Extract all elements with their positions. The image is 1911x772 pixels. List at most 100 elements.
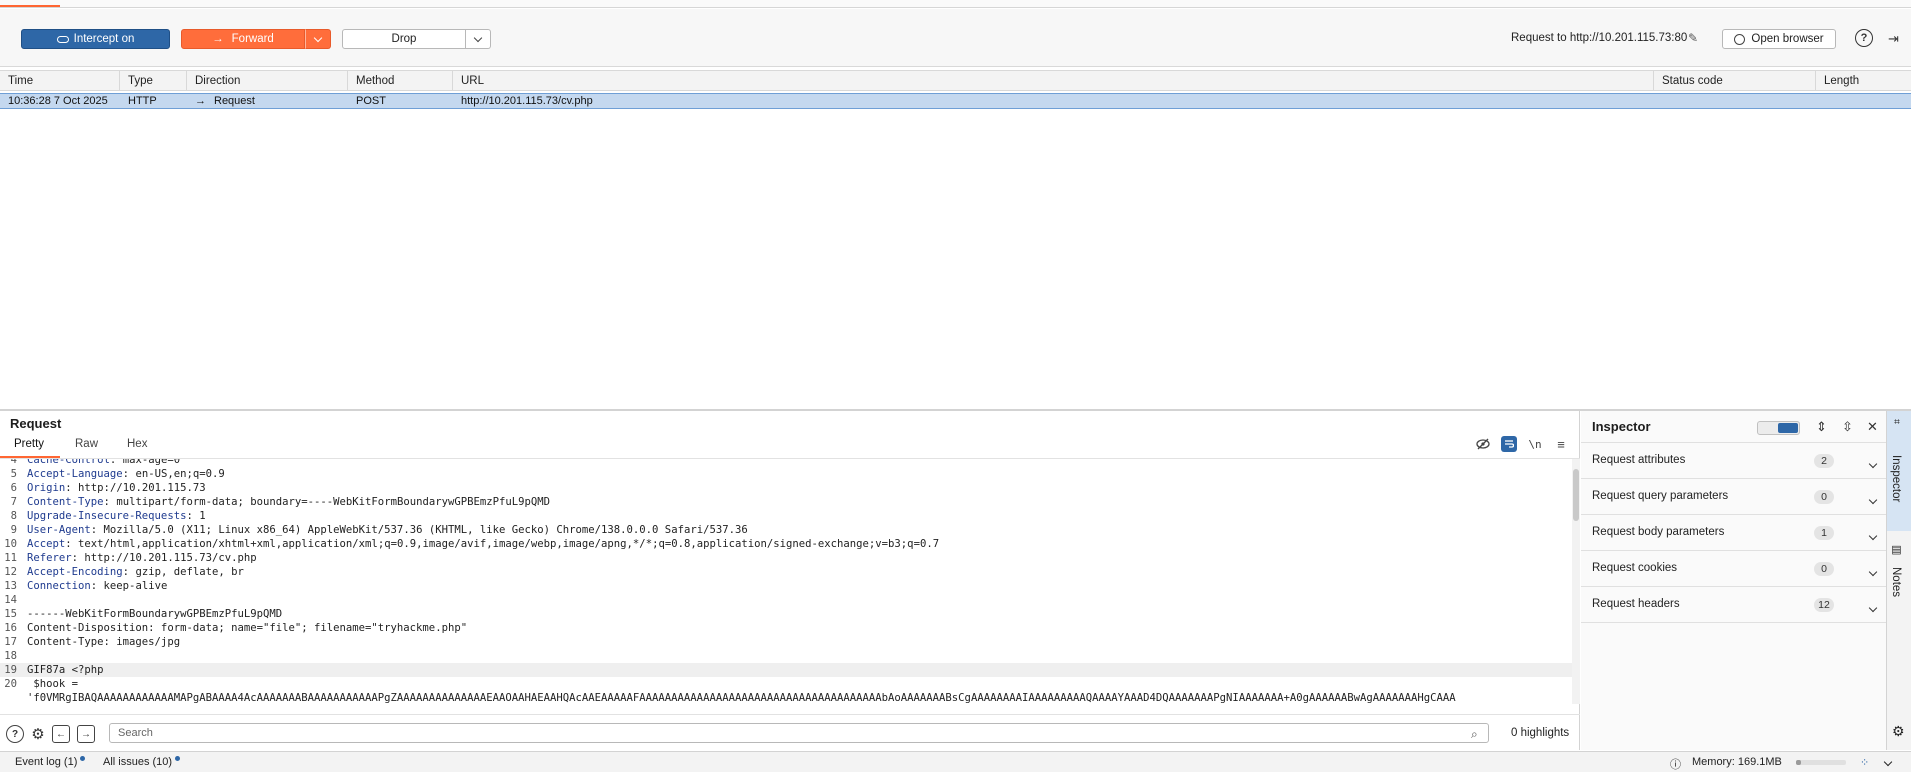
drop-dropdown-button[interactable] — [466, 29, 491, 49]
active-tab-accent — [0, 5, 60, 7]
event-log-link[interactable]: Event log (1) — [15, 756, 86, 768]
line-number: 17 — [4, 636, 17, 648]
hide-nonprintable-icon[interactable] — [1475, 436, 1491, 452]
side-tab-inspector[interactable]: ⌗ Inspector — [1887, 411, 1911, 531]
header-value: keep-alive — [97, 580, 168, 592]
expand-all-icon[interactable]: ⇕ — [1816, 419, 1827, 435]
tab-pretty[interactable]: Pretty — [14, 438, 44, 450]
editor-line[interactable]: 12 Accept-Encoding: gzip, deflate, br — [0, 565, 1572, 579]
arrow-right-icon[interactable]: → — [77, 725, 95, 743]
line-number: 15 — [4, 608, 17, 620]
drop-button[interactable]: Drop — [342, 29, 466, 49]
all-issues-link[interactable]: All issues (10) — [103, 756, 181, 768]
request-editor[interactable]: 4 Cache-Control: max-age=0 5 Accept-Languag… — [0, 459, 1572, 704]
inspector-section[interactable]: Request query parameters 0 — [1581, 478, 1886, 514]
help-icon[interactable]: ? — [6, 725, 24, 743]
line-number: 11 — [4, 552, 17, 564]
editor-line[interactable]: 8 Upgrade-Insecure-Requests: 1 — [0, 509, 1572, 523]
inspector-section[interactable]: Request cookies 0 — [1581, 550, 1886, 586]
tab-raw[interactable]: Raw — [75, 438, 98, 450]
inspector-section-label: Request headers — [1592, 598, 1680, 610]
chevron-down-icon[interactable] — [1868, 456, 1878, 470]
edit-pencil-icon[interactable]: ✎ — [1688, 31, 1698, 45]
editor-line[interactable]: 18 — [0, 649, 1572, 663]
editor-line[interactable]: 9 User-Agent: Mozilla/5.0 (X11; Linux x86… — [0, 523, 1572, 537]
table-row[interactable]: 10:36:28 7 Oct 2025 HTTP → Request POST h… — [0, 93, 1911, 109]
intercept-toggle-button[interactable]: Intercept on — [21, 29, 170, 49]
open-browser-label: Open browser — [1751, 33, 1824, 45]
editor-line[interactable]: 6 Origin: http://10.201.115.73 — [0, 481, 1572, 495]
drop-label: Drop — [391, 33, 417, 45]
cell-type: HTTP — [128, 95, 157, 107]
side-tab-notes[interactable]: ▤ Notes — [1887, 543, 1911, 613]
editor-line[interactable]: 5 Accept-Language: en-US,en;q=0.9 — [0, 467, 1572, 481]
chevron-down-icon[interactable] — [1883, 756, 1893, 768]
column-header-method[interactable]: Method — [348, 71, 453, 91]
header-name: Referer — [27, 552, 72, 564]
column-header-status-code[interactable]: Status code — [1654, 71, 1816, 91]
forward-dropdown-button[interactable] — [305, 29, 331, 49]
header-value: max-age=0 — [116, 459, 181, 466]
gear-icon[interactable]: ⚙ — [29, 725, 47, 743]
editor-line[interactable]: 4 Cache-Control: max-age=0 — [0, 459, 1572, 467]
forward-button[interactable]: → Forward — [181, 29, 305, 49]
editor-line[interactable]: 16 Content-Disposition: form-data; name="… — [0, 621, 1572, 635]
chevron-down-icon[interactable] — [1868, 528, 1878, 542]
chevron-down-icon[interactable] — [1868, 564, 1878, 578]
column-header-direction[interactable]: Direction — [187, 71, 348, 91]
editor-line[interactable]: 13 Connection: keep-alive — [0, 579, 1572, 593]
scrollbar-thumb[interactable] — [1573, 469, 1579, 521]
line-number: 8 — [10, 510, 17, 522]
column-header-time[interactable]: Time — [0, 71, 120, 91]
close-icon[interactable]: ✕ — [1867, 419, 1878, 435]
editor-scrollbar[interactable] — [1572, 459, 1580, 704]
help-icon[interactable]: ? — [1855, 29, 1873, 47]
body-text: ------WebKitFormBoundarywGPBEmzPfuL9pQMD — [27, 608, 283, 620]
editor-line[interactable]: 17 Content-Type: images/jpg — [0, 635, 1572, 649]
editor-line[interactable]: 7 Content-Type: multipart/form-data; boun… — [0, 495, 1572, 509]
issues-indicator — [175, 756, 181, 761]
line-number: 14 — [4, 594, 17, 606]
panel-collapse-icon[interactable]: ⇥ — [1888, 31, 1899, 47]
open-browser-button[interactable]: Open browser — [1722, 29, 1836, 49]
line-text: Content-Disposition: form-data; name="fi… — [27, 621, 467, 635]
column-header-url[interactable]: URL — [453, 71, 1654, 91]
collapse-all-icon[interactable]: ⇳ — [1842, 419, 1853, 435]
editor-line[interactable]: 19 GIF87a <?php — [0, 663, 1572, 677]
memory-bar-fill — [1796, 760, 1801, 765]
chevron-down-icon[interactable] — [1868, 600, 1878, 614]
request-panel: Request Pretty Raw Hex \n ≡ 4 Cache-Contr… — [0, 411, 1580, 750]
header-value: Mozilla/5.0 (X11; Linux x86_64) AppleWeb… — [97, 524, 748, 536]
inspector-section[interactable]: Request body parameters 1 — [1581, 514, 1886, 550]
inspector-section[interactable]: Request headers 12 — [1581, 586, 1886, 622]
gear-icon[interactable]: ⚙ — [1892, 723, 1905, 740]
search-input[interactable] — [109, 723, 1489, 743]
header-name: Upgrade-Insecure-Requests — [27, 510, 187, 522]
editor-line[interactable]: 15 ------WebKitFormBoundarywGPBEmzPfuL9pQ… — [0, 607, 1572, 621]
request-target-label: Request to http://10.201.115.73:80 — [1511, 32, 1688, 44]
column-header-length[interactable]: Length — [1816, 71, 1911, 91]
header-name: Cache-Control — [27, 459, 110, 466]
event-log-label: Event log (1) — [15, 756, 78, 768]
editor-line[interactable]: 'f0VMRgIBAQAAAAAAAAAAAAMAPgABAAAA4AcAAAA… — [0, 691, 1572, 704]
arrow-left-icon[interactable]: ← — [52, 725, 70, 743]
editor-line[interactable]: 10 Accept: text/html,application/xhtml+xm… — [0, 537, 1572, 551]
inspector-section[interactable]: Request attributes 2 — [1581, 442, 1886, 478]
line-text: Referer: http://10.201.115.73/cv.php — [27, 551, 257, 565]
tab-hex[interactable]: Hex — [127, 438, 147, 450]
menu-icon[interactable]: ≡ — [1553, 436, 1569, 452]
info-icon: ⓘ — [1670, 759, 1681, 771]
newline-toggle-icon[interactable]: \n — [1527, 436, 1543, 452]
editor-line[interactable]: 11 Referer: http://10.201.115.73/cv.php — [0, 551, 1572, 565]
collaborator-icon[interactable]: ⁘ — [1860, 756, 1869, 769]
chevron-down-icon[interactable] — [1868, 492, 1878, 506]
column-header-type[interactable]: Type — [120, 71, 187, 91]
editor-line[interactable]: 14 — [0, 593, 1572, 607]
editor-line[interactable]: 20 $hook = — [0, 677, 1572, 691]
layout-toggle[interactable] — [1757, 421, 1800, 435]
highlights-count: 0 highlights — [1511, 727, 1570, 739]
cell-length — [1816, 94, 1824, 108]
cell-time: 10:36:28 7 Oct 2025 — [8, 95, 108, 107]
word-wrap-icon[interactable] — [1501, 436, 1517, 452]
line-text: $hook = — [27, 677, 78, 691]
